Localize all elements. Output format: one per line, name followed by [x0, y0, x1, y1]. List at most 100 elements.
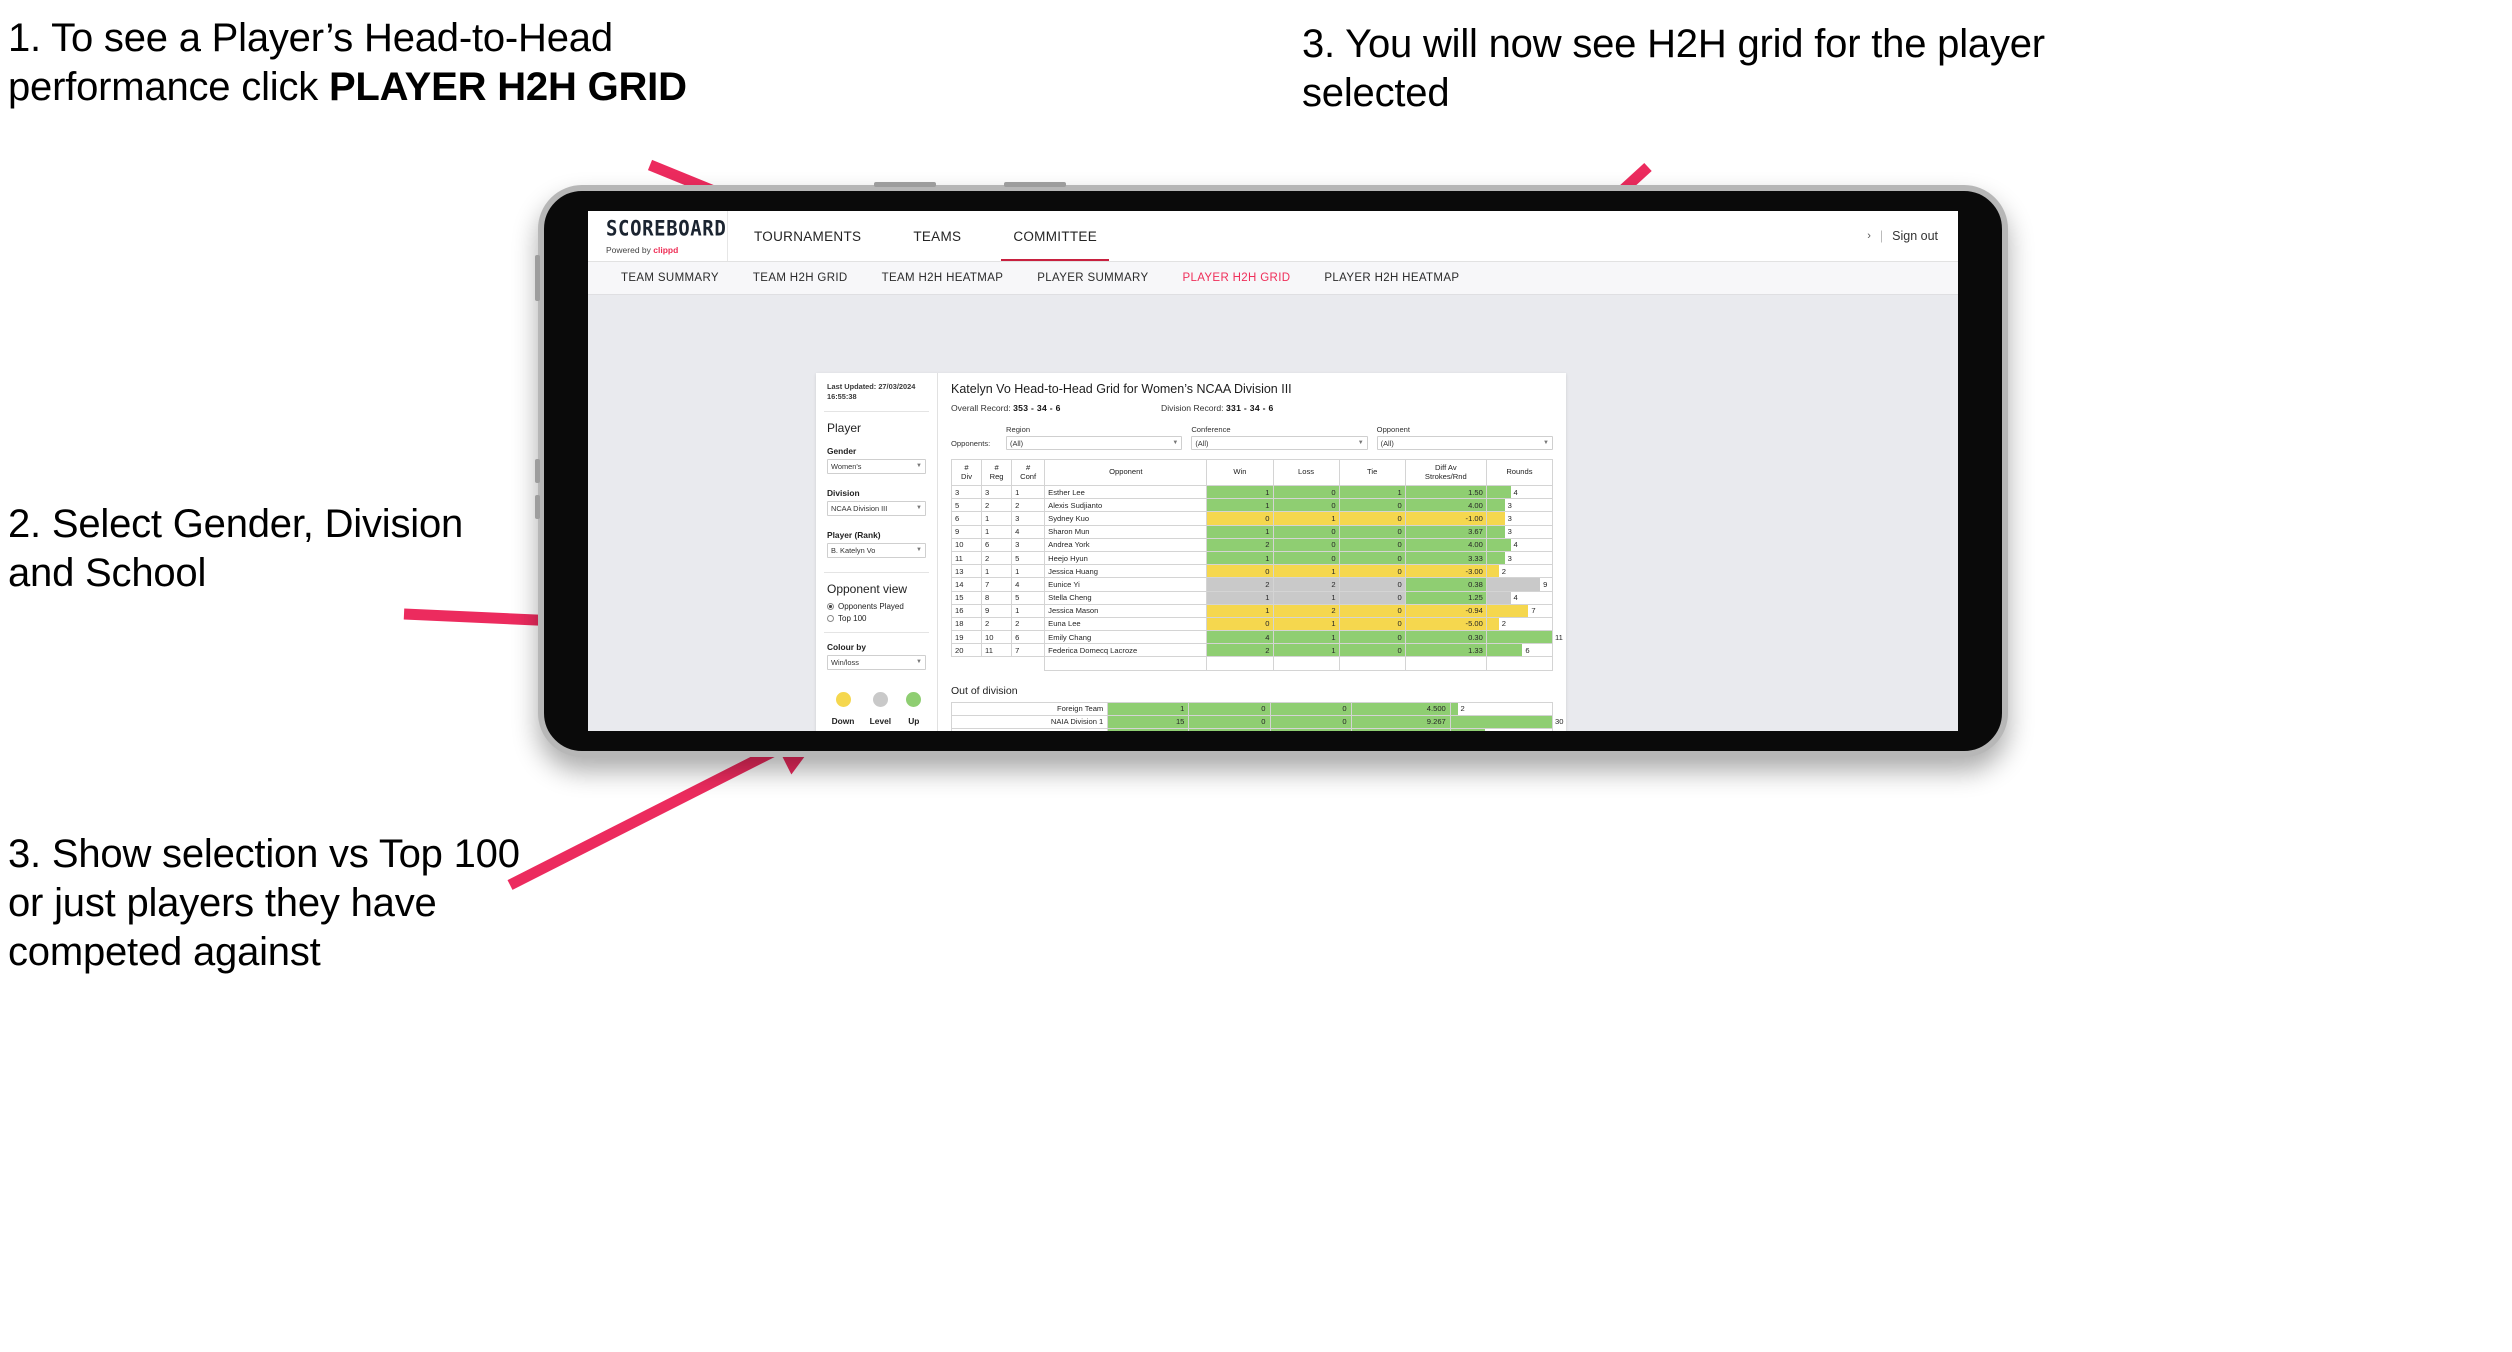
cell-opponent: Esther Lee — [1044, 484, 1208, 500]
subnav-team-h2h-heatmap[interactable]: TEAM H2H HEATMAP — [865, 272, 1021, 284]
tablet-side-button[interactable] — [535, 255, 540, 301]
cell-conf-rank: 1 — [1011, 564, 1046, 579]
spacer-cell — [1485, 656, 1554, 671]
table-row[interactable]: 19 10 6 Emily Chang 4 1 0 0.30 11 — [950, 630, 1563, 645]
nav-teams[interactable]: TEAMS — [887, 211, 987, 261]
region-filter-select[interactable]: (All) ▼ — [1006, 436, 1183, 450]
cell-rounds-bar: 9 — [1485, 577, 1554, 592]
legend-label-level: Level — [869, 715, 892, 726]
grid-spacer-row — [951, 656, 1554, 671]
secondary-nav: TEAM SUMMARY TEAM H2H GRID TEAM H2H HEAT… — [588, 262, 1958, 295]
cell-conf-rank: 3 — [1011, 511, 1046, 526]
cell-conf-rank: 1 — [1011, 484, 1046, 500]
grid-col-header[interactable]: Win — [1206, 459, 1274, 486]
brand-logo[interactable]: SCOREBOARD Powered by clippd — [588, 211, 728, 261]
cell-conf-rank: 4 — [1011, 524, 1046, 539]
nav-tournaments[interactable]: TOURNAMENTS — [728, 211, 887, 261]
gender-select[interactable]: Women's ▼ — [827, 458, 926, 474]
table-row[interactable]: 14 7 4 Eunice Yi 2 2 0 0.38 9 — [950, 577, 1554, 592]
grid-col-header[interactable]: # Div — [950, 459, 983, 486]
table-row[interactable]: 5 2 2 Alexis Sudjianto 1 0 0 4.00 3 — [950, 498, 1554, 513]
table-row[interactable]: 9 1 4 Sharon Mun 1 0 0 3.67 3 — [950, 524, 1554, 539]
opponent-filter-select[interactable]: (All) ▼ — [1376, 436, 1553, 450]
cell-reg-rank: 2 — [981, 550, 1013, 566]
grid-col-header[interactable]: Rounds — [1485, 459, 1554, 486]
player-rank-select[interactable]: B. Katelyn Vo ▼ — [827, 542, 926, 558]
spacer-cell — [1404, 656, 1487, 671]
table-row[interactable]: 16 9 1 Jessica Mason 1 2 0 -0.94 7 — [950, 603, 1554, 618]
table-row[interactable]: NAIA Division 1 15 0 0 9.267 30 — [950, 714, 1563, 730]
conference-filter: Conference (All) ▼ — [1191, 425, 1368, 450]
grid-pane: Katelyn Vo Head-to-Head Grid for Women’s… — [938, 373, 1566, 731]
chevron-right-icon[interactable]: › — [1867, 230, 1871, 242]
tablet-side-button-2[interactable] — [535, 459, 540, 483]
table-row[interactable]: 3 3 1 Esther Lee 1 0 1 1.50 4 — [950, 484, 1554, 500]
table-row[interactable]: 6 1 3 Sydney Kuo 0 1 0 -1.00 3 — [950, 511, 1554, 526]
subnav-player-h2h-grid[interactable]: PLAYER H2H GRID — [1165, 272, 1307, 284]
radio-top-100[interactable]: Top 100 — [827, 614, 926, 623]
cell-loss: 1 — [1272, 590, 1340, 605]
cell-tie: 0 — [1338, 498, 1406, 513]
opponent-view-label: Opponent view — [827, 581, 908, 596]
tablet-bezel: SCOREBOARD Powered by clippd TOURNAMENTS… — [535, 182, 2008, 757]
table-row[interactable]: 13 1 1 Jessica Huang 0 1 0 -3.00 2 — [950, 564, 1554, 579]
division-select[interactable]: NCAA Division III ▼ — [827, 500, 926, 516]
sign-out-link[interactable]: Sign out — [1892, 229, 1938, 243]
legend-up: Up — [906, 691, 922, 726]
grid-col-header[interactable]: # Conf — [1011, 459, 1046, 486]
cell-opponent: Stella Cheng — [1044, 590, 1208, 605]
table-row[interactable]: 11 2 5 Heejo Hyun 1 0 0 3.33 3 — [950, 550, 1554, 566]
nav-committee[interactable]: COMMITTEE — [987, 211, 1123, 261]
brand-name: SCOREBOARD — [606, 216, 727, 241]
conference-filter-select[interactable]: (All) ▼ — [1191, 436, 1368, 450]
spacer-cell — [951, 656, 982, 671]
legend-down: Down — [832, 691, 854, 726]
cell-div-rank: 6 — [950, 511, 983, 526]
cell-win: 4 — [1206, 630, 1274, 645]
spacer-cell — [1338, 656, 1406, 671]
subnav-player-summary[interactable]: PLAYER SUMMARY — [1020, 272, 1165, 284]
colour-by-select[interactable]: Win/loss ▼ — [827, 654, 926, 670]
grid-col-header[interactable]: Loss — [1272, 459, 1340, 486]
tablet-volume-button[interactable] — [1004, 182, 1066, 187]
opponent-filters: Opponents: Region (All) ▼ Conference (Al… — [951, 425, 1553, 450]
division-record-value: 331 - 34 - 6 — [1225, 403, 1274, 413]
cell-ood-loss: 0 — [1188, 727, 1271, 731]
cell-loss: 1 — [1272, 616, 1340, 632]
player-rank-label: Player (Rank) — [827, 529, 881, 540]
table-row[interactable]: Foreign Team 1 0 0 4.500 2 — [950, 701, 1554, 716]
out-of-division-body: Foreign Team 1 0 0 4.500 2 NAIA Division 1 15 0 0… — [950, 701, 1563, 731]
grid-col-header[interactable]: # Reg — [981, 459, 1013, 486]
table-row[interactable]: NCAA Division 25007.40010 — [950, 727, 1554, 731]
cell-rounds-bar: 7 — [1485, 603, 1554, 618]
out-of-division-title: Out of division — [951, 684, 1018, 697]
table-row[interactable]: 20 11 7 Federica Domecq Lacroze 2 1 0 1.33 6 — [950, 643, 1554, 658]
grid-col-header[interactable]: Tie — [1338, 459, 1406, 486]
tablet-device: SCOREBOARD Powered by clippd TOURNAMENTS… — [535, 182, 2008, 757]
filter-rail: Last Updated: 27/03/2024 16:55:38 Player… — [816, 373, 938, 731]
tablet-side-button-3[interactable] — [535, 495, 540, 519]
subnav-team-summary[interactable]: TEAM SUMMARY — [604, 272, 736, 284]
spacer-cell — [1272, 656, 1340, 671]
subnav-team-h2h-grid[interactable]: TEAM H2H GRID — [736, 272, 865, 284]
tablet-power-button[interactable] — [874, 182, 936, 187]
legend-swatch-up — [906, 691, 922, 707]
cell-ood-tie: 0 — [1269, 701, 1352, 716]
cell-reg-rank: 2 — [981, 616, 1013, 632]
last-updated-label: Last Updated: 27/03/2024 16:55:38 — [827, 382, 916, 401]
table-row[interactable]: 15 8 5 Stella Cheng 1 1 0 1.25 4 — [950, 590, 1554, 605]
cell-conf-rank: 7 — [1011, 643, 1046, 658]
table-row[interactable]: 18 2 2 Euna Lee 0 1 0 -5.00 2 — [950, 616, 1554, 632]
opponents-filter-label: Opponents: — [951, 439, 991, 448]
grid-col-header[interactable]: Diff Av Strokes/Rnd — [1404, 459, 1487, 486]
overall-record-value: 353 - 34 - 6 — [1013, 403, 1061, 413]
table-row[interactable]: 10 6 3 Andrea York 2 0 0 4.00 4 — [950, 537, 1554, 552]
cell-opponent: Federica Domecq Lacroze — [1044, 643, 1208, 658]
cell-win: 1 — [1206, 590, 1274, 605]
cell-tie: 0 — [1338, 511, 1406, 526]
cell-loss: 0 — [1272, 537, 1340, 552]
radio-opponents-played[interactable]: Opponents Played — [827, 602, 926, 611]
grid-col-header[interactable]: Opponent — [1044, 459, 1208, 486]
subnav-player-h2h-heatmap[interactable]: PLAYER H2H HEATMAP — [1307, 272, 1476, 284]
cell-loss: 1 — [1272, 643, 1340, 658]
